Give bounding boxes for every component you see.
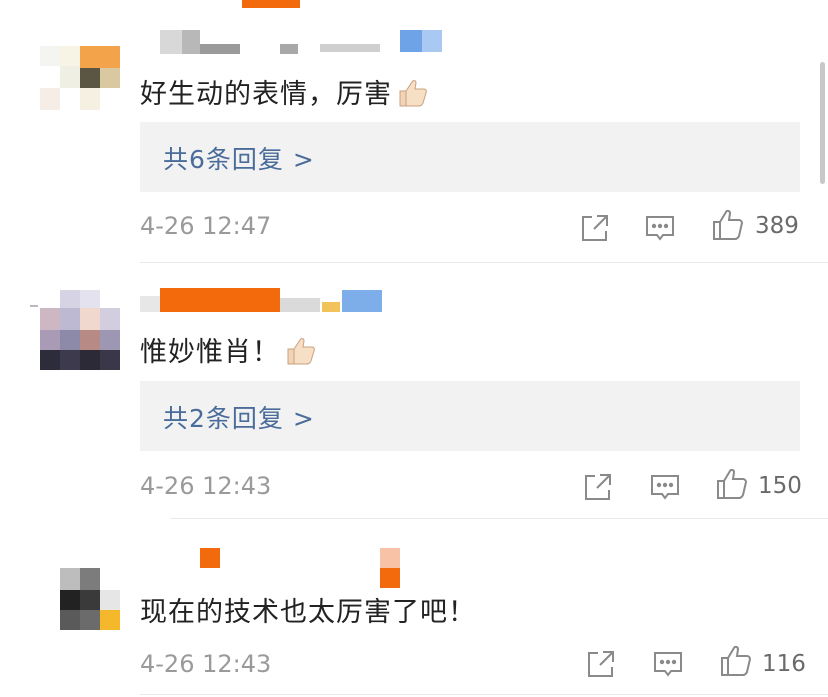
divider	[140, 262, 828, 263]
like-count: 116	[762, 651, 806, 677]
share-icon[interactable]	[583, 646, 619, 682]
avatar[interactable]	[40, 46, 120, 110]
username-redacted[interactable]	[160, 548, 410, 590]
avatar-edge-mark	[30, 305, 38, 307]
like-icon[interactable]	[718, 643, 754, 679]
like-count: 389	[755, 213, 799, 239]
comment-text: 好生动的表情，厉害	[140, 72, 430, 111]
replies-label: 共2条回复 >	[163, 404, 315, 433]
comment-icon[interactable]	[647, 469, 683, 505]
scrollbar-thumb[interactable]	[820, 62, 825, 184]
comment-text: 现在的技术也太厉害了吧！	[140, 597, 476, 628]
comment-timestamp: 4-26 12:43	[140, 650, 272, 678]
share-icon[interactable]	[577, 210, 613, 246]
divider	[140, 694, 828, 695]
comment-timestamp: 4-26 12:47	[140, 212, 272, 240]
thumbs-up-emoji-icon	[284, 333, 318, 367]
view-replies-button[interactable]: 共6条回复 >	[140, 122, 800, 192]
replies-label: 共6条回复 >	[163, 145, 315, 174]
comment-icon[interactable]	[650, 646, 686, 682]
like-count: 150	[758, 473, 802, 499]
avatar[interactable]	[40, 290, 120, 370]
like-icon[interactable]	[714, 466, 750, 502]
thumbs-up-emoji-icon	[396, 75, 430, 109]
username-redacted[interactable]	[140, 288, 390, 314]
divider	[170, 518, 828, 519]
share-icon[interactable]	[580, 469, 616, 505]
redacted-header-fragment	[242, 0, 300, 8]
comment-timestamp: 4-26 12:43	[140, 472, 272, 500]
avatar[interactable]	[60, 568, 120, 630]
like-icon[interactable]	[710, 207, 746, 243]
username-redacted[interactable]	[160, 30, 450, 56]
view-replies-button[interactable]: 共2条回复 >	[140, 381, 800, 451]
comment-text: 惟妙惟肖！	[140, 330, 318, 369]
comment-icon[interactable]	[642, 210, 678, 246]
